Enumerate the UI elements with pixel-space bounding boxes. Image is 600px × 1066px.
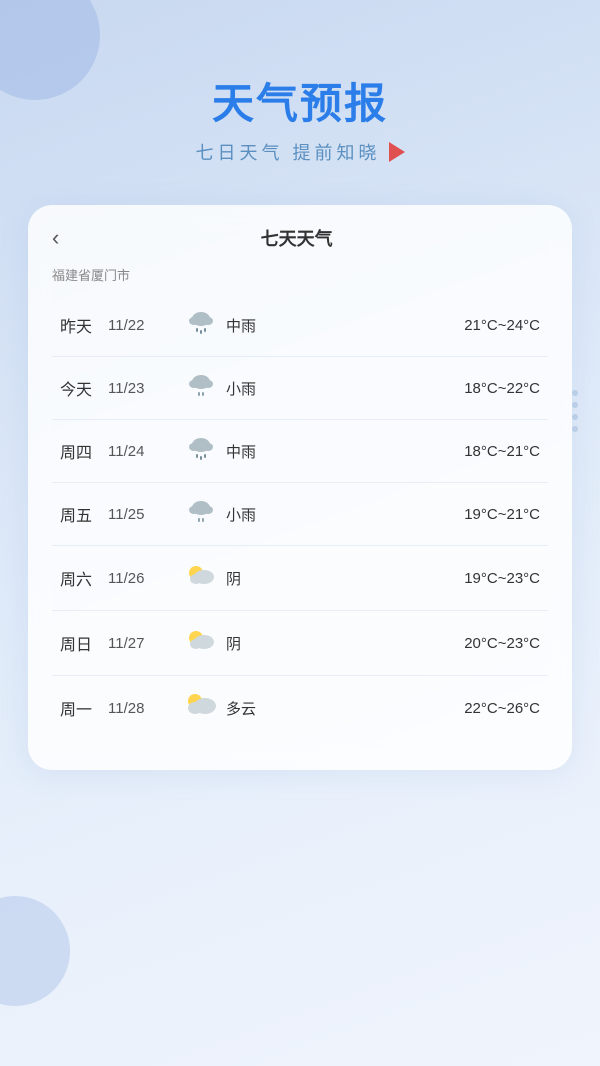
weather-description: 阴 [226,633,276,654]
day-name: 今天 [60,376,108,400]
weather-temperature: 19°C~21°C [276,506,540,523]
day-name: 周六 [60,566,108,590]
back-button[interactable]: ‹ [52,227,59,249]
table-row: 周五 11/25 小雨 19°C~21°C [52,483,548,546]
day-date: 11/25 [108,506,176,523]
weather-icon [176,434,226,468]
arrow-icon [389,142,405,162]
table-row: 周一 11/28 多云 22°C~26°C [52,676,548,740]
app-header: 天气预报 七日天气 提前知晓 [0,0,600,165]
app-title: 天气预报 [0,70,600,131]
table-row: 周四 11/24 中雨 18°C~21°C [52,420,548,483]
weather-icon [176,560,226,596]
day-date: 11/24 [108,443,176,460]
card-header: ‹ 七天天气 [52,225,548,259]
card-title: 七天天气 [75,225,548,251]
subtitle-text: 七日天气 提前知晓 [195,139,380,165]
app-subtitle: 七日天气 提前知晓 [0,139,600,165]
decorative-blob-bottom [0,896,70,1006]
day-name: 周日 [60,631,108,655]
day-date: 11/23 [108,380,176,397]
day-date: 11/22 [108,317,176,334]
weather-card: ‹ 七天天气 福建省厦门市 昨天 11/22 中雨 21°C~24°C 今天 1… [28,205,572,770]
day-name: 周一 [60,696,108,720]
weather-temperature: 21°C~24°C [276,317,540,334]
weather-temperature: 18°C~21°C [276,443,540,460]
day-name: 周五 [60,502,108,526]
weather-temperature: 20°C~23°C [276,635,540,652]
weather-description: 阴 [226,568,276,589]
table-row: 周六 11/26 阴 19°C~23°C [52,546,548,611]
day-date: 11/26 [108,570,176,587]
weather-description: 多云 [226,698,276,719]
weather-description: 小雨 [226,378,276,399]
weather-description: 中雨 [226,441,276,462]
weather-description: 中雨 [226,315,276,336]
weather-temperature: 19°C~23°C [276,570,540,587]
weather-icon [176,371,226,405]
day-date: 11/28 [108,700,176,717]
table-row: 今天 11/23 小雨 18°C~22°C [52,357,548,420]
weather-icon [176,497,226,531]
weather-temperature: 18°C~22°C [276,380,540,397]
location-text: 福建省厦门市 [52,265,548,284]
day-name: 昨天 [60,313,108,337]
weather-icon [176,625,226,661]
weather-description: 小雨 [226,504,276,525]
table-row: 昨天 11/22 中雨 21°C~24°C [52,294,548,357]
day-name: 周四 [60,439,108,463]
weather-icon [176,308,226,342]
weather-temperature: 22°C~26°C [276,700,540,717]
weather-icon [176,690,226,726]
day-date: 11/27 [108,635,176,652]
table-row: 周日 11/27 阴 20°C~23°C [52,611,548,676]
weather-list: 昨天 11/22 中雨 21°C~24°C 今天 11/23 小雨 18°C~2… [52,294,548,740]
